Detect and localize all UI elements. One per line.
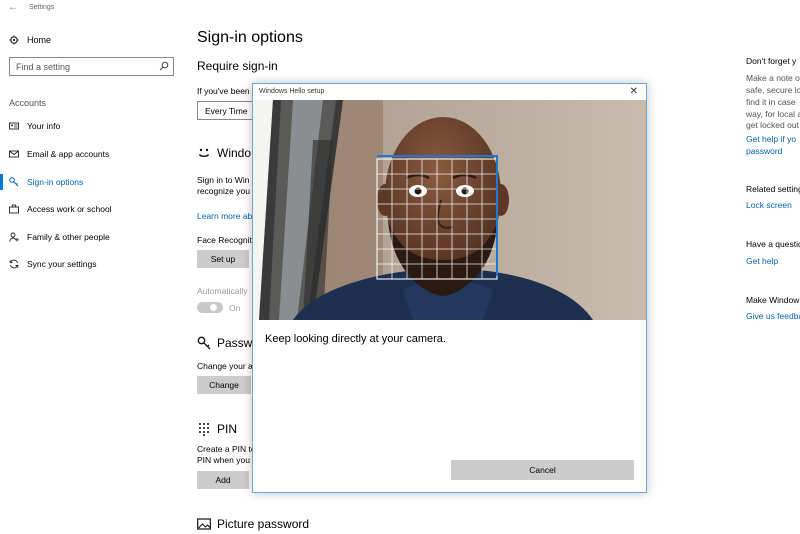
main-content-visible: If you've been Every Time Windo Sign in … <box>195 0 255 534</box>
hello-description-2: recognize you <box>197 186 250 196</box>
back-arrow-icon[interactable]: ← <box>8 2 18 13</box>
close-icon[interactable]: ✕ <box>630 86 638 97</box>
sidebar-item-label: Family & other people <box>27 232 110 242</box>
add-pin-button[interactable]: Add <box>197 471 249 489</box>
question-heading: Have a questio <box>746 239 800 249</box>
sidebar-item-family[interactable]: Family & other people <box>9 230 110 244</box>
search-placeholder: Find a setting <box>16 62 71 72</box>
feedback-link[interactable]: Give us feedba <box>746 311 800 321</box>
related-settings-heading: Related setting <box>746 184 800 194</box>
get-help-password-link[interactable]: Get help if yo <box>746 134 796 144</box>
sidebar-item-label: Your info <box>27 121 61 131</box>
pin-heading: PIN <box>197 422 237 436</box>
pin-description-1: Create a PIN to <box>197 444 255 454</box>
windows-hello-title: Windo <box>217 146 252 160</box>
app-title: Settings <box>29 4 55 11</box>
smiley-icon <box>198 148 210 157</box>
title-bar: ← Settings <box>0 0 800 18</box>
sidebar-home[interactable]: Home <box>9 33 51 47</box>
toggle-knob <box>210 304 217 311</box>
require-signin-text: If you've been <box>197 86 250 96</box>
person-card-icon <box>9 122 19 130</box>
require-signin-dropdown[interactable]: Every Time <box>197 101 255 120</box>
password-heading: Passwo <box>197 336 255 350</box>
cancel-button[interactable]: Cancel <box>451 460 634 480</box>
dont-forget-heading: Don't forget y <box>746 56 797 66</box>
dont-forget-line: get locked out <box>746 120 799 130</box>
sidebar-item-sync[interactable]: Sync your settings <box>9 257 96 271</box>
right-panel: Don't forget y Make a note o safe, secur… <box>746 0 800 534</box>
home-label: Home <box>27 35 52 45</box>
get-help-password-link-2[interactable]: password <box>746 146 782 156</box>
picture-icon <box>197 518 211 530</box>
search-input[interactable]: Find a setting <box>9 57 174 76</box>
windows-hello-dialog: Windows Hello setup ✕ Keep looking direc… <box>252 83 647 493</box>
sync-icon <box>9 259 19 269</box>
toggle-state: On <box>229 303 241 313</box>
sidebar-item-access-work[interactable]: Access work or school <box>9 202 112 216</box>
feedback-heading: Make Window <box>746 295 800 305</box>
hello-description-1: Sign in to Win <box>197 175 250 185</box>
keypad-icon <box>199 423 209 436</box>
active-indicator <box>0 174 3 190</box>
briefcase-icon <box>9 204 19 214</box>
pin-title: PIN <box>217 422 238 436</box>
auto-unlock-toggle[interactable] <box>197 302 223 313</box>
dont-forget-line: safe, secure lo <box>746 85 800 95</box>
dialog-title: Windows Hello setup <box>259 88 325 95</box>
search-icon[interactable] <box>159 61 169 71</box>
lock-screen-link[interactable]: Lock screen <box>746 200 792 210</box>
camera-preview <box>253 100 646 320</box>
sidebar-item-label: Sign-in options <box>27 177 84 187</box>
get-help-link[interactable]: Get help <box>746 256 778 266</box>
sidebar-item-sign-in-options[interactable]: Sign-in options <box>9 175 83 189</box>
password-title: Passwo <box>217 336 255 350</box>
sidebar-item-email[interactable]: Email & app accounts <box>9 147 109 161</box>
key-icon <box>9 177 19 187</box>
mail-icon <box>9 150 19 158</box>
sidebar-item-label: Email & app accounts <box>27 149 110 159</box>
dont-forget-line: way, for local a <box>746 109 800 119</box>
face-recognition-label: Face Recogniti <box>197 235 254 245</box>
home-gear-icon <box>9 35 19 45</box>
sidebar-item-label: Sync your settings <box>27 259 97 269</box>
key-icon <box>197 336 211 350</box>
dont-forget-line: find it in case <box>746 97 796 107</box>
learn-more-link[interactable]: Learn more ab <box>197 211 252 221</box>
sidebar-section-accounts: Accounts <box>9 98 47 108</box>
windows-hello-heading: Windo <box>197 146 251 160</box>
picture-password-heading: Picture password <box>197 517 309 531</box>
instruction-text: Keep looking directly at your camera. <box>265 333 446 345</box>
pin-description-2: PIN when you <box>197 455 250 465</box>
auto-unlock-label: Automatically <box>197 286 248 296</box>
sidebar-item-your-info[interactable]: Your info <box>9 119 60 133</box>
password-description: Change your a <box>197 361 253 371</box>
dont-forget-line: Make a note o <box>746 73 800 83</box>
person-add-icon <box>9 232 19 242</box>
change-password-button[interactable]: Change <box>197 376 251 394</box>
sidebar-item-label: Access work or school <box>27 204 112 214</box>
picture-password-title: Picture password <box>217 517 310 531</box>
setup-button[interactable]: Set up <box>197 250 249 268</box>
